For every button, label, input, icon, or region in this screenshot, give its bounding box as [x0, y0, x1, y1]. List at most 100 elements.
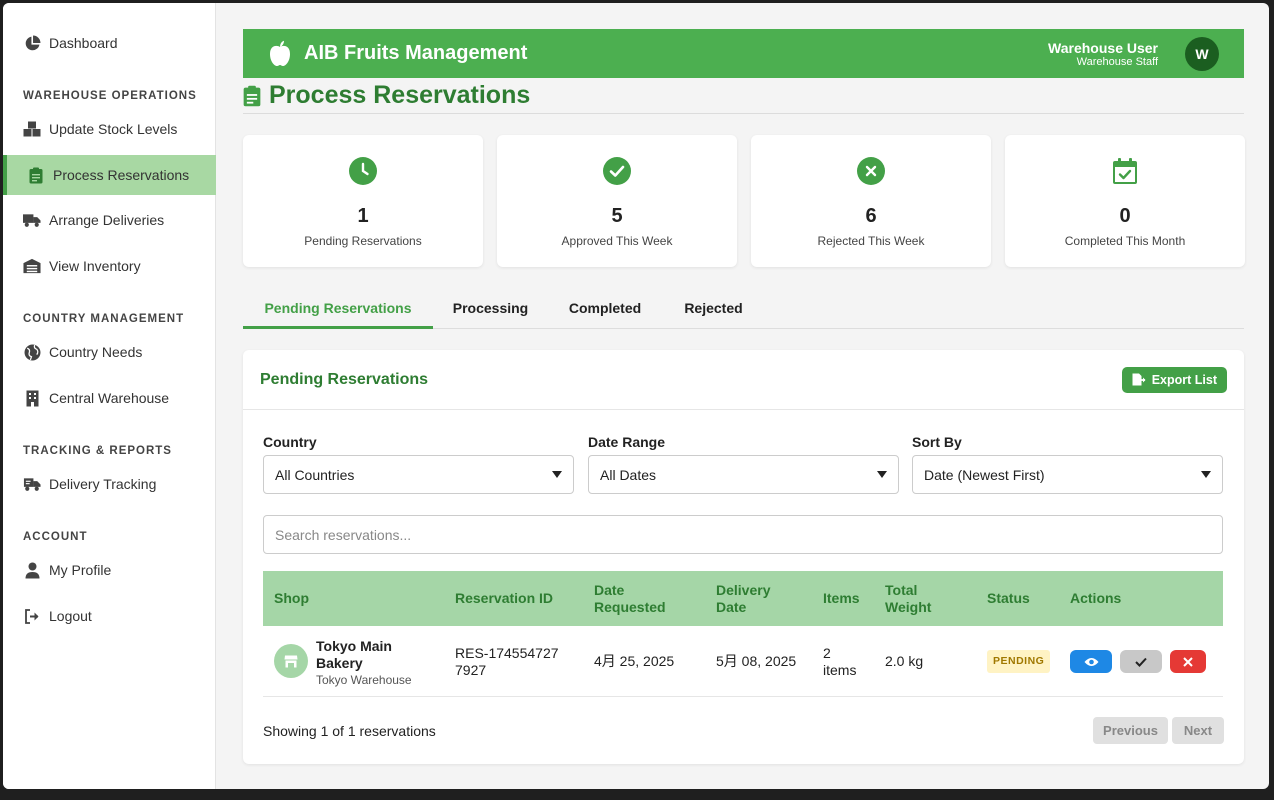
pie-chart-icon	[23, 34, 41, 52]
warehouse-icon	[23, 257, 41, 275]
select-value: All Dates	[600, 466, 657, 483]
file-export-icon	[1132, 373, 1146, 386]
brand[interactable]: AIB Fruits Management	[268, 40, 527, 67]
items-count: 2 items	[823, 644, 857, 678]
section-heading: WAREHOUSE OPERATIONS	[23, 90, 197, 102]
shop-name: Tokyo Main Bakery	[316, 638, 392, 671]
clock-icon	[349, 157, 377, 185]
apple-icon	[270, 40, 290, 66]
sidebar-item-label: Logout	[49, 608, 92, 624]
column-header: Delivery Date	[716, 581, 771, 615]
table-row: Tokyo Main Bakery Tokyo Warehouse RES-17…	[263, 626, 1223, 697]
user-name: Warehouse User	[1048, 39, 1158, 56]
avatar[interactable]: W	[1185, 36, 1219, 71]
truck-icon	[23, 211, 41, 229]
stat-label: Approved This Week	[561, 234, 673, 248]
user-icon	[23, 561, 41, 579]
approve-button[interactable]	[1120, 650, 1162, 673]
tab-rejected[interactable]: Rejected	[671, 289, 756, 329]
sidebar-item-label: Delivery Tracking	[49, 476, 157, 492]
reservations-card: Pending Reservations Export List Country…	[243, 350, 1244, 764]
export-list-button[interactable]: Export List	[1121, 366, 1227, 393]
eye-icon	[1084, 657, 1098, 666]
stat-card-approved: 5 Approved This Week	[497, 135, 737, 267]
boxes-icon	[23, 120, 41, 138]
sort-by-label: Sort By	[912, 434, 962, 450]
sidebar-item-label: Arrange Deliveries	[49, 212, 165, 228]
sidebar-item-logout[interactable]: Logout	[3, 596, 216, 636]
country-select[interactable]: All Countries	[263, 455, 574, 494]
tab-completed[interactable]: Completed	[555, 289, 655, 329]
check-icon	[1135, 657, 1147, 667]
table-header: Shop Reservation ID Date Requested Deliv…	[263, 571, 1223, 626]
card-title: Pending Reservations	[260, 370, 429, 388]
sidebar-item-label: Update Stock Levels	[49, 121, 178, 137]
clipboard-icon	[27, 166, 45, 184]
page-title-bar: Process Reservations	[243, 78, 1244, 114]
sidebar-item-label: Central Warehouse	[49, 390, 170, 406]
brand-title: AIB Fruits Management	[304, 42, 528, 64]
app-window: Dashboard WAREHOUSE OPERATIONS Update St…	[3, 3, 1269, 789]
export-label: Export List	[1151, 372, 1217, 387]
sidebar-item-view-inventory[interactable]: View Inventory	[3, 246, 216, 286]
sidebar-item-central-warehouse[interactable]: Central Warehouse	[3, 378, 216, 418]
shop-location: Tokyo Warehouse	[316, 673, 412, 687]
check-circle-icon	[603, 157, 631, 185]
sidebar-item-update-stock[interactable]: Update Stock Levels	[3, 109, 216, 149]
total-weight: 2.0 kg	[885, 653, 924, 669]
date-range-select[interactable]: All Dates	[588, 455, 899, 494]
pagination-summary: Showing 1 of 1 reservations	[263, 723, 436, 739]
sidebar: Dashboard WAREHOUSE OPERATIONS Update St…	[3, 3, 216, 789]
stat-value: 6	[865, 205, 877, 227]
clipboard-icon	[243, 85, 261, 106]
close-icon	[1183, 656, 1193, 667]
sidebar-item-process-reservations[interactable]: Process Reservations	[3, 155, 216, 195]
column-header: Items	[823, 590, 860, 606]
view-button[interactable]	[1070, 650, 1112, 673]
sidebar-item-dashboard[interactable]: Dashboard	[3, 23, 216, 63]
card-header: Pending Reservations Export List	[243, 350, 1244, 410]
reject-button[interactable]	[1170, 650, 1206, 673]
building-icon	[23, 389, 41, 407]
sidebar-item-delivery-tracking[interactable]: Delivery Tracking	[3, 464, 216, 504]
main-content: AIB Fruits Management Warehouse User War…	[216, 3, 1269, 789]
select-value: Date (Newest First)	[924, 466, 1045, 483]
sidebar-item-label: Process Reservations	[53, 167, 190, 183]
top-header: AIB Fruits Management Warehouse User War…	[243, 29, 1244, 78]
sidebar-item-arrange-deliveries[interactable]: Arrange Deliveries	[3, 200, 216, 240]
tab-processing[interactable]: Processing	[443, 289, 538, 329]
column-header: Date Requested	[594, 581, 666, 615]
status-badge: PENDING	[987, 650, 1051, 673]
stat-label: Pending Reservations	[304, 234, 422, 248]
user-info: Warehouse User Warehouse Staff	[1048, 40, 1158, 68]
stat-label: Completed This Month	[1064, 234, 1186, 248]
sidebar-item-country-needs[interactable]: Country Needs	[3, 332, 216, 372]
column-header: Total Weight	[885, 581, 932, 615]
delivery-date: 5月 08, 2025	[716, 653, 797, 669]
section-heading: ACCOUNT	[23, 531, 88, 543]
globe-icon	[23, 343, 41, 361]
reservation-id: RES-1745547277927	[455, 644, 559, 678]
next-button[interactable]: Next	[1172, 717, 1224, 744]
tab-pending-reservations[interactable]: Pending Reservations	[243, 289, 433, 329]
column-header: Status	[987, 590, 1030, 606]
sort-by-select[interactable]: Date (Newest First)	[912, 455, 1223, 494]
truck-fast-icon	[23, 475, 41, 493]
stat-card-rejected: 6 Rejected This Week	[751, 135, 991, 267]
search-input[interactable]: Search reservations...	[263, 515, 1223, 554]
country-filter-label: Country	[263, 434, 317, 450]
column-header: Actions	[1070, 590, 1122, 606]
store-icon	[274, 644, 308, 678]
caret-down-icon	[552, 471, 562, 478]
column-header: Shop	[274, 590, 309, 606]
caret-down-icon	[1201, 471, 1211, 478]
x-circle-icon	[857, 157, 885, 185]
previous-button[interactable]: Previous	[1093, 717, 1168, 744]
sidebar-item-label: Dashboard	[49, 35, 118, 51]
date-range-label: Date Range	[588, 434, 666, 450]
logout-icon	[23, 607, 41, 625]
sidebar-item-my-profile[interactable]: My Profile	[3, 550, 216, 590]
section-heading: COUNTRY MANAGEMENT	[23, 313, 185, 325]
stat-value: 5	[611, 205, 623, 227]
stat-card-completed: 0 Completed This Month	[1005, 135, 1245, 267]
